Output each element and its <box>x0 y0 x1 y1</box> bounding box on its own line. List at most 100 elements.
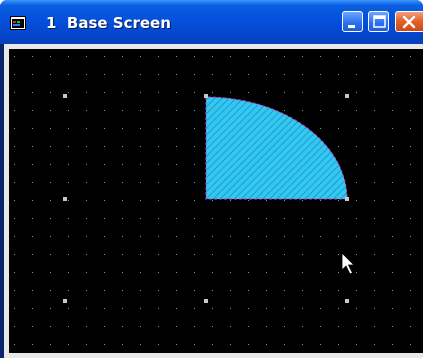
grid-dot <box>320 272 321 273</box>
close-button[interactable] <box>395 11 423 32</box>
selection-handle[interactable] <box>63 94 67 98</box>
grid-dot <box>68 56 69 57</box>
grid-dot <box>284 200 285 201</box>
grid-dot <box>140 308 141 309</box>
grid-dot <box>410 200 411 201</box>
title-bar[interactable]: 1 Base Screen <box>0 0 423 44</box>
grid-dot <box>176 326 177 327</box>
grid-dot <box>14 344 15 345</box>
grid-dot <box>158 218 159 219</box>
grid-dot <box>14 308 15 309</box>
selection-handle[interactable] <box>345 299 349 303</box>
grid-dot <box>230 200 231 201</box>
grid-dot <box>68 272 69 273</box>
grid-dot <box>140 200 141 201</box>
selection-handle[interactable] <box>63 197 67 201</box>
grid-dot <box>212 344 213 345</box>
grid-dot <box>158 308 159 309</box>
grid-dot <box>338 146 339 147</box>
grid-dot <box>302 308 303 309</box>
grid-dot <box>302 272 303 273</box>
grid-dot <box>374 146 375 147</box>
grid-dot <box>176 308 177 309</box>
drawing-canvas[interactable] <box>9 49 423 353</box>
maximize-button[interactable] <box>368 11 389 32</box>
grid-dot <box>194 344 195 345</box>
grid-dot <box>230 272 231 273</box>
grid-dot <box>50 254 51 255</box>
grid-dot <box>14 200 15 201</box>
grid-dot <box>104 74 105 75</box>
grid-dot <box>230 218 231 219</box>
grid-dot <box>14 182 15 183</box>
grid-dot <box>50 308 51 309</box>
grid-dot <box>230 92 231 93</box>
grid-dot <box>410 92 411 93</box>
grid-dot <box>158 110 159 111</box>
grid-dot <box>194 290 195 291</box>
canvas-graphics <box>14 56 411 345</box>
selection-handle[interactable] <box>204 299 208 303</box>
grid-dot <box>338 110 339 111</box>
grid-dot <box>392 254 393 255</box>
grid-dot <box>356 290 357 291</box>
grid-dot <box>284 218 285 219</box>
grid-dot <box>284 272 285 273</box>
quarter-circle-shape[interactable] <box>205 96 348 200</box>
grid-dot <box>50 74 51 75</box>
grid-dot <box>194 128 195 129</box>
grid-dot <box>392 344 393 345</box>
grid-dot <box>158 344 159 345</box>
grid-dot <box>410 56 411 57</box>
grid-dot <box>230 56 231 57</box>
grid-dot <box>248 308 249 309</box>
grid-dot <box>68 290 69 291</box>
grid-dot <box>86 74 87 75</box>
grid-dot <box>194 146 195 147</box>
selection-handle[interactable] <box>63 299 67 303</box>
grid-dot <box>248 56 249 57</box>
grid-dot <box>374 344 375 345</box>
grid-dot <box>50 128 51 129</box>
grid-dot <box>410 236 411 237</box>
grid-dot <box>104 56 105 57</box>
grid-dot <box>104 326 105 327</box>
grid-dot <box>374 272 375 273</box>
grid-dot <box>176 164 177 165</box>
selection-handle[interactable] <box>345 94 349 98</box>
grid-dot <box>302 110 303 111</box>
grid-dot <box>68 200 69 201</box>
grid-dot <box>50 272 51 273</box>
grid-dot <box>176 236 177 237</box>
grid-dot <box>158 200 159 201</box>
grid-dot <box>194 182 195 183</box>
grid-dot <box>356 254 357 255</box>
grid-dot <box>140 272 141 273</box>
grid-dot <box>86 200 87 201</box>
grid-dot <box>122 218 123 219</box>
grid-dot <box>140 182 141 183</box>
selection-handle[interactable] <box>345 197 349 201</box>
selection-handle[interactable] <box>204 94 208 98</box>
grid-dot <box>104 92 105 93</box>
grid-dot <box>176 200 177 201</box>
grid-dot <box>356 110 357 111</box>
grid-dot <box>176 290 177 291</box>
grid-dot <box>176 218 177 219</box>
grid-dot <box>320 236 321 237</box>
grid-dot <box>122 236 123 237</box>
grid-dot <box>284 110 285 111</box>
grid-dot <box>104 182 105 183</box>
minimize-button[interactable] <box>342 11 363 32</box>
grid-dot <box>266 344 267 345</box>
grid-dot <box>194 326 195 327</box>
grid-dot <box>122 110 123 111</box>
grid-dot <box>50 218 51 219</box>
grid-dot <box>356 182 357 183</box>
grid-dot <box>140 326 141 327</box>
grid-dot <box>320 254 321 255</box>
grid-dot <box>302 200 303 201</box>
grid-dot <box>374 74 375 75</box>
grid-dot <box>176 254 177 255</box>
grid-dot <box>374 326 375 327</box>
